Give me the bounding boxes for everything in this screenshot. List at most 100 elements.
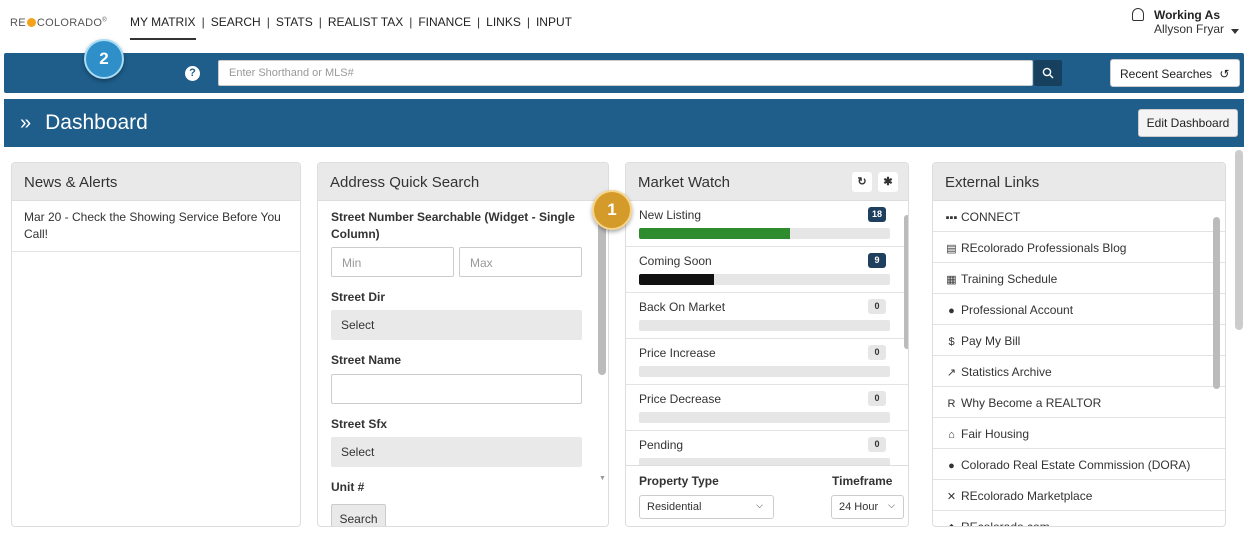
nav-realist-tax[interactable]: REALIST TAX — [328, 15, 403, 40]
nav-input[interactable]: INPUT — [536, 15, 572, 40]
gear-icon[interactable]: ✱ — [878, 172, 898, 192]
help-icon[interactable]: ? — [185, 66, 200, 81]
market-watch-label: Coming Soon — [639, 254, 712, 268]
scroll-down-arrow-icon[interactable]: ▼ — [599, 475, 606, 482]
market-watch-list: New Listing 18 Coming Soon 9 Back On Market 0… — [626, 201, 908, 477]
count-badge: 0 — [868, 437, 886, 452]
external-link-item[interactable]: ● Professional Account — [933, 294, 1225, 325]
nav-my-matrix[interactable]: MY MATRIX — [130, 15, 196, 40]
page-title: » Dashboard — [20, 111, 148, 135]
market-watch-row[interactable]: Price Decrease 0 — [626, 385, 908, 431]
newspaper-icon: ▤ — [946, 243, 957, 255]
market-watch-label: Pending — [639, 438, 684, 452]
dora-icon: ● — [948, 460, 955, 472]
progress-bar — [639, 274, 890, 285]
address-quick-search-title: Address Quick Search — [318, 163, 608, 201]
external-link-label: REcolorado Professionals Blog — [961, 241, 1127, 255]
search-input[interactable]: Enter Shorthand or MLS# — [218, 60, 1033, 86]
external-link-item[interactable]: ◆REcolorado.com — [933, 511, 1225, 527]
market-watch-row[interactable]: Coming Soon 9 — [626, 247, 908, 293]
recent-searches-label: Recent Searches — [1120, 67, 1213, 81]
market-watch-label: Back On Market — [639, 300, 726, 314]
search-bar: ? Enter Shorthand or MLS# Recent Searche… — [4, 53, 1244, 93]
external-link-item[interactable]: ⌂ Fair Housing — [933, 418, 1225, 449]
street-number-max-input[interactable]: Max — [459, 247, 582, 277]
external-link-item[interactable]: ▪▪▪ CONNECT — [933, 201, 1225, 232]
user-menu[interactable]: Working As Allyson Fryar — [1154, 8, 1224, 36]
timeframe-select[interactable]: 24 Hour ⌵ — [831, 495, 904, 519]
dashboard-header: » Dashboard Edit Dashboard — [4, 99, 1244, 147]
page-scrollbar[interactable] — [1235, 150, 1243, 330]
market-watch-panel: Market Watch ↻ ✱ New Listing 18 Coming Soo… — [625, 162, 909, 527]
count-badge: 0 — [868, 299, 886, 314]
news-item[interactable]: Mar 20 - Check the Showing Service Befor… — [12, 201, 300, 252]
edit-dashboard-button[interactable]: Edit Dashboard — [1138, 109, 1238, 137]
progress-bar — [639, 320, 890, 331]
market-watch-row[interactable]: Price Increase 0 — [626, 339, 908, 385]
nav-separator: | — [201, 15, 205, 29]
street-sfx-select[interactable]: Select — [331, 437, 582, 467]
external-link-item[interactable]: ● Colorado Real Estate Commission (DORA) — [933, 449, 1225, 480]
street-sfx-label: Street Sfx — [331, 417, 388, 431]
calendar-icon: ▦ — [946, 274, 957, 286]
street-name-input[interactable] — [331, 374, 582, 404]
external-links-list: ▪▪▪ CONNECT ▤ REcolorado Professionals Blog… — [933, 201, 1225, 527]
nav-separator: | — [477, 15, 481, 29]
external-link-item[interactable]: ↗ Statistics Archive — [933, 356, 1225, 387]
recolorado-logo[interactable]: RE COLORADO® — [10, 17, 107, 29]
nav-search[interactable]: SEARCH — [211, 15, 261, 40]
search-button[interactable] — [1034, 60, 1062, 86]
market-watch-label: New Listing — [639, 208, 702, 222]
external-link-item[interactable]: ✕ REcolorado Marketplace — [933, 480, 1225, 511]
external-link-label: REcolorado Marketplace — [961, 489, 1093, 503]
chevron-down-icon: ⌵ — [756, 500, 763, 510]
market-watch-filters: Property Type Timeframe Residential ⌵ 24… — [626, 465, 908, 526]
external-link-label: Pay My Bill — [961, 334, 1021, 348]
nav-finance[interactable]: FINANCE — [418, 15, 471, 40]
progress-bar — [639, 228, 890, 239]
working-as-label: Working As — [1153, 8, 1220, 22]
user-icon: ● — [948, 305, 955, 317]
bell-icon[interactable] — [1132, 8, 1144, 21]
scrollbar[interactable] — [1213, 217, 1220, 389]
market-watch-row[interactable]: New Listing 18 — [626, 201, 908, 247]
chart-icon: ↗ — [946, 367, 957, 379]
street-dir-select[interactable]: Select — [331, 310, 582, 340]
external-link-item[interactable]: R Why Become a REALTOR — [933, 387, 1225, 418]
search-icon — [1042, 67, 1054, 79]
tools-icon: ✕ — [946, 491, 957, 503]
step-marker-2: 2 — [84, 39, 124, 79]
logo-text-left: RE — [10, 17, 26, 29]
expand-arrow-icon[interactable]: » — [20, 112, 31, 134]
recent-searches-button[interactable]: Recent Searches ↺ — [1110, 59, 1240, 87]
progress-fill — [639, 274, 715, 285]
logo-text-right: COLORADO — [36, 17, 103, 29]
news-alerts-title: News & Alerts — [12, 163, 300, 201]
street-name-label: Street Name — [331, 353, 402, 367]
external-link-item[interactable]: ▤ REcolorado Professionals Blog — [933, 232, 1225, 263]
nav-separator: | — [526, 15, 530, 29]
unit-label: Unit # — [331, 480, 365, 494]
chevron-down-icon[interactable] — [1231, 29, 1239, 34]
external-link-label: Colorado Real Estate Commission (DORA) — [961, 458, 1191, 472]
timeframe-label: Timeframe — [832, 474, 893, 488]
external-link-label: CONNECT — [961, 210, 1021, 224]
main-menu: MY MATRIX | SEARCH | STATS | REALIST TAX | F… — [130, 15, 572, 40]
market-watch-row[interactable]: Back On Market 0 — [626, 293, 908, 339]
external-link-item[interactable]: ▦ Training Schedule — [933, 263, 1225, 294]
logo-dot-icon — [26, 18, 36, 27]
street-number-min-input[interactable]: Min — [331, 247, 454, 277]
address-search-button[interactable]: Search — [331, 504, 386, 526]
address-quick-search-panel: Address Quick Search Street Number Searc… — [317, 162, 609, 527]
scrollbar[interactable] — [904, 215, 908, 349]
external-link-label: REcolorado.com — [961, 520, 1050, 527]
count-badge: 9 — [868, 253, 886, 268]
scrollbar[interactable] — [598, 211, 606, 375]
property-type-select[interactable]: Residential ⌵ — [639, 495, 774, 519]
external-link-label: Training Schedule — [961, 272, 1058, 286]
external-link-item[interactable]: $ Pay My Bill — [933, 325, 1225, 356]
nav-separator: | — [318, 15, 322, 29]
nav-links[interactable]: LINKS — [486, 15, 521, 40]
refresh-icon[interactable]: ↻ — [852, 172, 872, 192]
nav-stats[interactable]: STATS — [276, 15, 313, 40]
